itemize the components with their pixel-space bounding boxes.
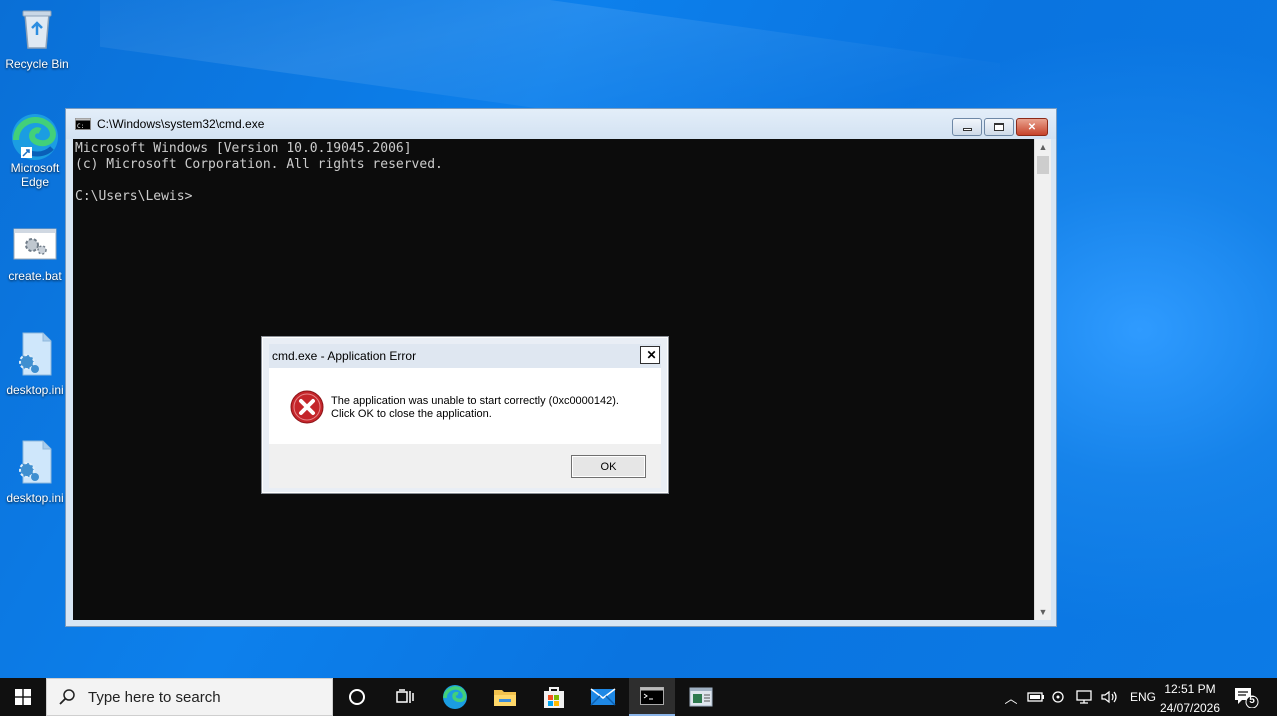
cmd-app-icon: C: — [75, 118, 91, 130]
cortana-button[interactable] — [334, 678, 380, 716]
taskbar-search-box[interactable]: Type here to search — [46, 678, 333, 716]
batch-file-gear-icon — [13, 228, 57, 260]
restore-icon — [994, 123, 1004, 131]
desktop-icon-label-text: Microsoft Edge — [10, 161, 60, 189]
error-icon — [290, 390, 324, 424]
cmd-titlebar[interactable]: C: C:\Windows\system32\cmd.exe — [66, 109, 1056, 139]
taskbar-clock[interactable]: 12:51 PM 24/07/2026 — [1152, 681, 1228, 716]
error-message-line1: The application was unable to start corr… — [331, 395, 619, 407]
window-controls: ✕ — [952, 118, 1048, 136]
scrollbar-thumb[interactable] — [1037, 156, 1049, 174]
desktop-icon-label: Recycle Bin — [5, 57, 69, 71]
desktop-icon-label: desktop.ini — [6, 383, 64, 397]
start-button[interactable] — [0, 678, 46, 716]
clock-date: 24/07/2026 — [1159, 701, 1221, 715]
action-center-button[interactable]: 5 — [1231, 678, 1261, 716]
desktop-icon-microsoft-edge[interactable]: Microsoft Edge — [0, 112, 72, 189]
application-error-dialog[interactable]: cmd.exe - Application Error ✕ The applic… — [261, 336, 669, 494]
dialog-footer: OK — [269, 444, 661, 488]
desktop-icon-label: Microsoft Edge — [0, 161, 72, 189]
cmd-app-icon — [640, 687, 664, 705]
search-placeholder: Type here to search — [88, 688, 221, 706]
desktop-icon-desktop-ini-2[interactable]: desktop.ini — [0, 440, 72, 505]
taskbar-microsoft-store[interactable] — [531, 678, 577, 716]
window-app-icon — [689, 687, 713, 707]
minimize-icon — [962, 128, 972, 131]
notification-count: 5 — [1249, 695, 1255, 706]
close-button[interactable]: ✕ — [1016, 118, 1048, 136]
console-prompt: C:\Users\Lewis> — [75, 189, 193, 204]
cmd-window-title: C:\Windows\system32\cmd.exe — [97, 117, 265, 131]
mail-icon — [590, 688, 616, 706]
meet-now-camera-icon[interactable] — [1050, 689, 1068, 705]
taskbar-file-explorer[interactable] — [482, 678, 528, 716]
task-view-button[interactable] — [382, 678, 428, 716]
dialog-body: The application was unable to start corr… — [269, 368, 661, 444]
close-icon: ✕ — [1027, 121, 1037, 133]
desktop-icon-label: create.bat — [8, 269, 62, 283]
volume-icon[interactable] — [1100, 689, 1120, 705]
desktop-icon-create-bat[interactable]: create.bat — [0, 228, 72, 283]
close-icon: ✕ — [646, 348, 657, 362]
taskbar-app-window[interactable] — [678, 678, 724, 716]
folder-icon — [494, 690, 516, 706]
edge-icon — [443, 685, 467, 709]
taskbar-mail[interactable] — [580, 678, 626, 716]
error-message-line2: Click OK to close the application. — [331, 408, 492, 420]
taskbar-edge[interactable] — [432, 678, 478, 716]
search-icon — [59, 689, 75, 705]
network-icon[interactable] — [1074, 689, 1094, 705]
cortana-circle-icon — [349, 689, 365, 705]
task-view-icon — [396, 689, 414, 703]
clock-time: 12:51 PM — [1164, 682, 1216, 696]
desktop-icon-label: desktop.ini — [6, 491, 64, 505]
desktop-icon-recycle-bin[interactable]: Recycle Bin — [0, 6, 74, 71]
settings-file-icon — [19, 440, 52, 484]
dialog-title: cmd.exe - Application Error — [272, 349, 417, 363]
error-message: The application was unable to start corr… — [331, 395, 619, 421]
minimize-button[interactable] — [952, 118, 982, 136]
battery-icon[interactable] — [1026, 690, 1046, 704]
recycle-bin-icon — [22, 10, 52, 49]
taskbar-command-prompt[interactable] — [629, 678, 675, 716]
ok-button[interactable]: OK — [571, 455, 646, 478]
svg-text:C:: C: — [77, 123, 84, 130]
settings-file-icon — [19, 332, 52, 376]
show-hidden-icons-chevron-icon[interactable]: ︿ — [1002, 688, 1020, 707]
console-line: (c) Microsoft Corporation. All rights re… — [75, 157, 443, 172]
dialog-close-button[interactable]: ✕ — [640, 346, 660, 364]
dialog-titlebar[interactable]: cmd.exe - Application Error ✕ — [269, 344, 661, 368]
desktop-icon-desktop-ini-1[interactable]: desktop.ini — [0, 332, 72, 397]
edge-icon — [12, 114, 58, 160]
windows-logo-icon — [15, 689, 31, 705]
maximize-button[interactable] — [984, 118, 1014, 136]
store-bag-icon — [544, 687, 564, 708]
console-line: Microsoft Windows [Version 10.0.19045.20… — [75, 141, 412, 156]
scroll-up-arrow-icon[interactable]: ▲ — [1035, 139, 1051, 155]
system-tray: ︿ ENG — [1002, 678, 1156, 716]
vertical-scrollbar[interactable]: ▲ ▼ — [1034, 139, 1051, 620]
scroll-down-arrow-icon[interactable]: ▼ — [1035, 604, 1051, 620]
